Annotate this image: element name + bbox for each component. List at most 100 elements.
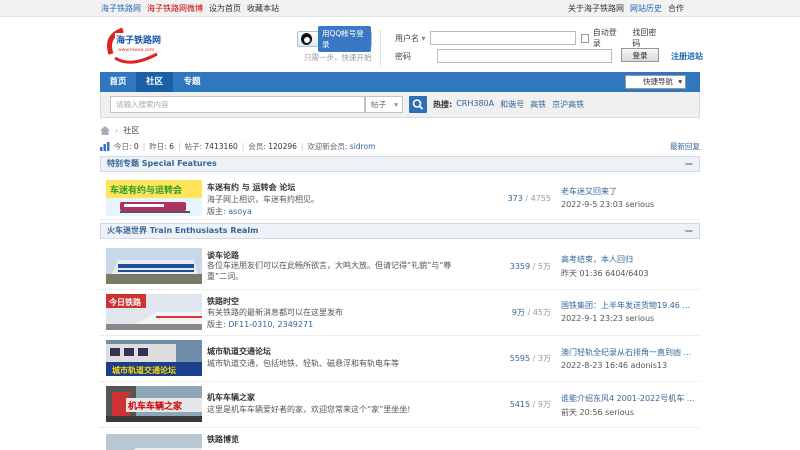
section-title[interactable]: 火车迷世界 Train Enthusiasts Realm bbox=[107, 226, 258, 235]
login-form: 用户名 ▾ 自动登录 找回密码 密码 登录 注册进站 bbox=[380, 28, 703, 67]
nav-tab-topics[interactable]: 专题 bbox=[173, 72, 211, 92]
forum-name[interactable]: 机车车辆之家 bbox=[207, 392, 255, 403]
last-post-meta: 昨天 01:36 6404/6403 bbox=[561, 269, 649, 278]
password-input[interactable] bbox=[437, 49, 612, 63]
forum-name[interactable]: 车迷有约 与 运转会 论坛 bbox=[207, 182, 295, 193]
newest-member-link[interactable]: sidrom bbox=[350, 142, 376, 151]
forum-thumbnail[interactable]: 机车车辆之家 bbox=[106, 386, 202, 422]
search-icon bbox=[412, 99, 424, 110]
forum-last-post: 高考结束，本人回归 昨天 01:36 6404/6403 bbox=[561, 254, 696, 279]
auto-login-checkbox[interactable] bbox=[580, 33, 589, 43]
hot-search-label: 热搜: bbox=[433, 100, 453, 109]
hot-term[interactable]: 高铁 bbox=[530, 99, 546, 110]
top-bar: 海子铁路网 海子铁路网微博 设为首页 收藏本站 关于海子铁路网 网站历史 合作 bbox=[0, 0, 800, 17]
last-post-meta: 2022-8-23 16:46 adonis13 bbox=[561, 361, 668, 370]
forum-counts: 5415 / 9万 bbox=[509, 400, 551, 409]
qq-login-label: 用QQ帐号登录 bbox=[317, 26, 371, 52]
search-type-label: 帖子 bbox=[371, 100, 386, 109]
login-button[interactable]: 登录 bbox=[621, 48, 659, 62]
qq-login-button[interactable]: 用QQ帐号登录 bbox=[297, 26, 372, 52]
top-link-bookmark[interactable]: 收藏本站 bbox=[247, 3, 279, 14]
forum-counts: 3359 / 5万 bbox=[509, 262, 551, 271]
site-logo[interactable]: 海子铁路网 www.hiwoo.com bbox=[101, 24, 167, 66]
forum-thumbnail[interactable]: 城市轨道交通论坛 bbox=[106, 340, 202, 376]
top-link-history[interactable]: 网站历史 bbox=[630, 3, 662, 14]
forum-thumbnail[interactable] bbox=[106, 434, 202, 450]
forum-row: 车迷有约与运转会 车迷有约 与 运转会 论坛 海子网上相识，车迷有约相见。 版主… bbox=[100, 178, 700, 220]
top-link-hiwoo[interactable]: 海子铁路网 bbox=[101, 3, 141, 14]
last-post-meta: 2022-9-5 23:03 serious bbox=[561, 200, 655, 209]
logo-text: 海子铁路网 bbox=[116, 34, 161, 46]
main-nav: 首页 社区 专题 快捷导航 ▾ bbox=[100, 72, 700, 92]
forum-counts: 373 / 4755 bbox=[507, 194, 551, 203]
forum-stats: 今日: 0 | 昨日: 6 | 帖子: 7413160 | 会员: 120296… bbox=[100, 139, 700, 153]
search-input[interactable]: 请输入搜索内容 bbox=[110, 96, 365, 113]
moderator-link[interactable]: asoya bbox=[228, 207, 252, 216]
forum-last-post: 澳门轻轨全纪录从石排角一直到凼 ... 2022-8-23 16:46 adon… bbox=[561, 347, 696, 370]
forum-description: 这里是机车车辆爱好者的家，欢迎您常来这个“家”里坐坐! bbox=[207, 405, 411, 414]
forum-description: 各位车迷朋友们可以在此畅所欲言，大鸣大放。但请记得“礼貌”与“尊重”二词。 bbox=[207, 261, 452, 281]
latest-reply-link[interactable]: 最新回复 bbox=[670, 141, 700, 152]
last-post-title[interactable]: 高考结束，本人回归 bbox=[561, 254, 696, 265]
forum-row: 城市轨道交通论坛 城市轨道交通论坛 城市轨道交通，包括地铁、轻轨、磁悬浮和有轨电… bbox=[100, 336, 700, 382]
stats-chart-icon bbox=[100, 141, 110, 151]
search-button[interactable] bbox=[409, 96, 427, 113]
top-link-weibo[interactable]: 海子铁路网微博 bbox=[147, 3, 203, 14]
top-link-cooperation[interactable]: 合作 bbox=[668, 3, 684, 14]
svg-text:城市轨道交通论坛: 城市轨道交通论坛 bbox=[112, 365, 176, 375]
svg-text:机车车辆之家: 机车车辆之家 bbox=[128, 400, 183, 412]
stats-posts-label: 帖子: bbox=[184, 141, 202, 151]
hot-term[interactable]: 和谐号 bbox=[500, 99, 524, 110]
quick-nav-dropdown[interactable]: 快捷导航 ▾ bbox=[625, 75, 686, 89]
stats-yesterday-label: 昨日: bbox=[149, 141, 167, 151]
top-link-about[interactable]: 关于海子铁路网 bbox=[568, 3, 624, 14]
find-password-link[interactable]: 找回密码 bbox=[632, 27, 659, 49]
collapse-icon[interactable]: — bbox=[685, 157, 693, 171]
forum-name[interactable]: 铁路时空 bbox=[207, 296, 239, 307]
forum-moderators: 版主: asoya bbox=[207, 207, 252, 216]
stats-members-label: 会员: bbox=[248, 141, 266, 151]
forum-thumbnail[interactable]: 今日铁路 bbox=[106, 294, 202, 330]
stats-yesterday: 6 bbox=[169, 141, 174, 151]
chevron-down-icon: ▾ bbox=[394, 100, 398, 109]
breadcrumb-current[interactable]: 社区 bbox=[123, 125, 139, 136]
qq-penguin-icon bbox=[301, 33, 312, 45]
forum-description: 有关铁路的最新消息都可以在这里发布 bbox=[207, 308, 343, 317]
hot-term[interactable]: 京沪高铁 bbox=[552, 99, 584, 110]
forum-name[interactable]: 铁路博览 bbox=[207, 434, 239, 445]
hot-term[interactable]: CRH380A bbox=[456, 99, 494, 110]
nav-tab-home[interactable]: 首页 bbox=[100, 72, 136, 92]
search-bar: 请输入搜索内容 帖子 ▾ 热搜: CRH380A 和谐号 高铁 京沪高铁 bbox=[100, 92, 700, 118]
forum-row: 今日铁路 铁路时空 有关铁路的最新消息都可以在这里发布 版主: DF11-031… bbox=[100, 290, 700, 336]
chevron-down-icon[interactable]: ▾ bbox=[422, 34, 426, 43]
forum-description: 海子网上相识，车迷有约相见。 bbox=[207, 195, 319, 204]
last-post-title[interactable]: 澳门轻轨全纪录从石排角一直到凼 ... bbox=[561, 347, 696, 358]
forum-moderators: 版主: DF11-0310, 2349271 bbox=[207, 320, 314, 329]
logo-subtext: www.hiwoo.com bbox=[118, 47, 154, 53]
svg-text:今日铁路: 今日铁路 bbox=[108, 297, 142, 307]
stats-members: 120296 bbox=[268, 141, 297, 151]
last-post-title[interactable]: 老车迷又回来了 bbox=[561, 186, 696, 197]
forum-thumbnail[interactable]: 车迷有约与运转会 bbox=[106, 180, 202, 216]
section-header-enthusiasts: 火车迷世界 Train Enthusiasts Realm — bbox=[100, 223, 700, 239]
register-link[interactable]: 注册进站 bbox=[671, 51, 703, 62]
last-post-title[interactable]: 国铁集团：上半年发送货物19.46 ... bbox=[561, 300, 696, 311]
section-title[interactable]: 特别专题 Special Features bbox=[107, 159, 217, 168]
forum-last-post: 国铁集团：上半年发送货物19.46 ... 2022-9-1 23:23 ser… bbox=[561, 300, 696, 323]
forum-last-post: 老车迷又回来了 2022-9-5 23:03 serious bbox=[561, 186, 696, 209]
username-label: 用户名 ▾ bbox=[395, 33, 426, 43]
moderator-link[interactable]: DF11-0310, 2349271 bbox=[228, 320, 313, 329]
username-input[interactable] bbox=[429, 31, 576, 45]
last-post-title[interactable]: 谁能介绍东风4 2001-2022号机车 ... bbox=[561, 393, 696, 404]
auto-login-label[interactable]: 自动登录 bbox=[593, 27, 620, 49]
search-type-select[interactable]: 帖子 ▾ bbox=[365, 96, 403, 113]
collapse-icon[interactable]: — bbox=[685, 224, 693, 238]
hot-search: 热搜: CRH380A 和谐号 高铁 京沪高铁 bbox=[433, 99, 584, 110]
forum-counts: 5595 / 3万 bbox=[509, 354, 551, 363]
chevron-down-icon: ▾ bbox=[678, 77, 682, 86]
forum-thumbnail[interactable] bbox=[106, 248, 202, 284]
forum-name[interactable]: 城市轨道交通论坛 bbox=[207, 346, 271, 357]
nav-tab-community[interactable]: 社区 bbox=[136, 72, 173, 92]
top-link-set-homepage[interactable]: 设为首页 bbox=[209, 3, 241, 14]
home-icon[interactable] bbox=[100, 125, 110, 135]
